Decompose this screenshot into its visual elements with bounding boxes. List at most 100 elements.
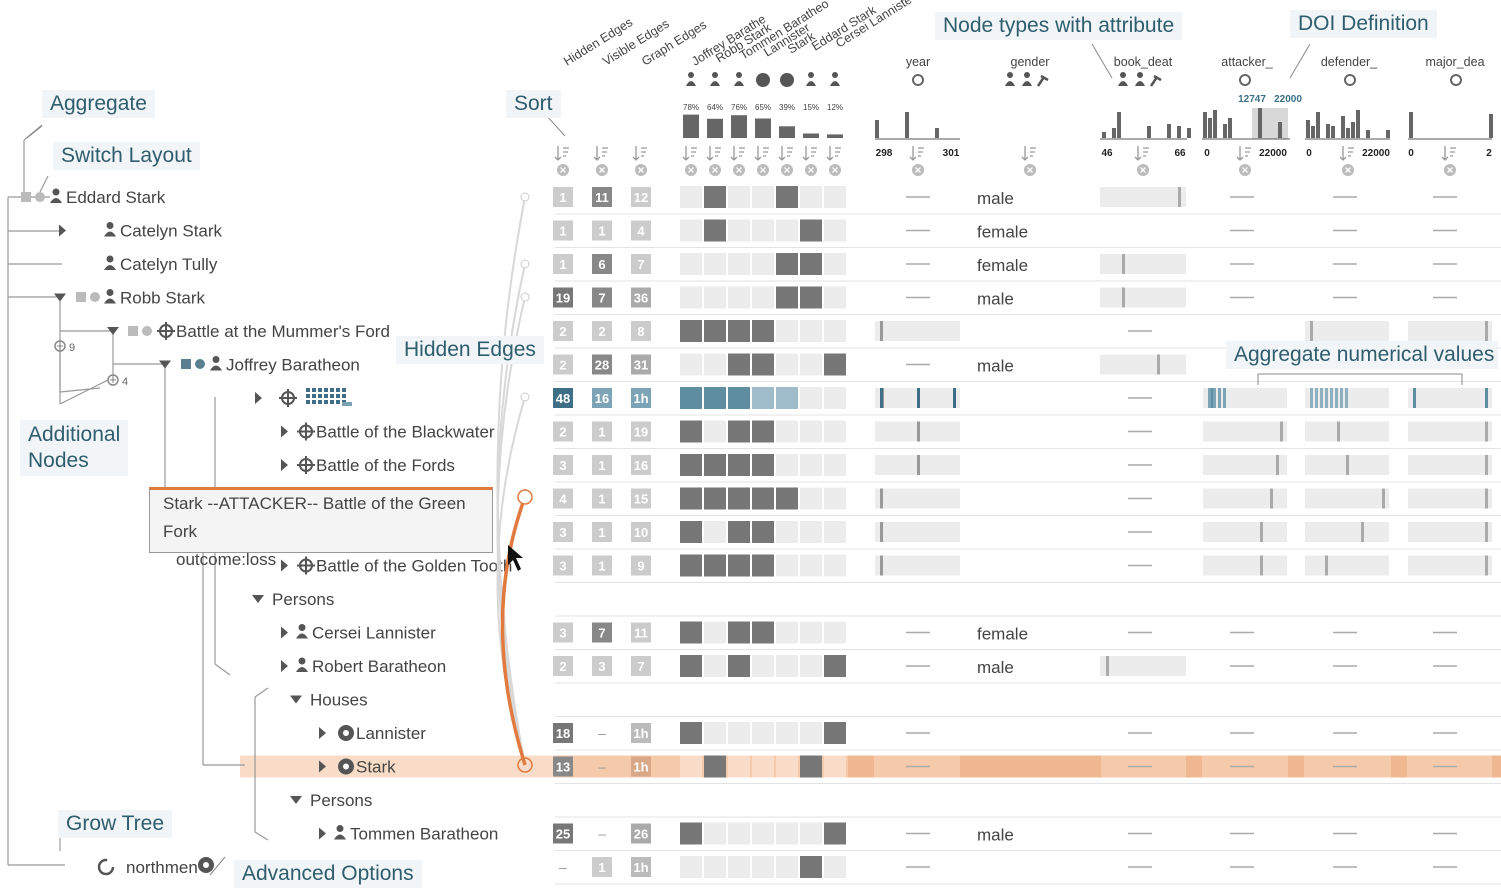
matrix-cell[interactable] (824, 320, 846, 342)
expand-triangle-icon[interactable] (281, 425, 288, 438)
matrix-cell[interactable] (704, 655, 726, 677)
matrix-cell[interactable] (800, 219, 822, 242)
tree-row-19[interactable]: Tommen Baratheon (319, 825, 498, 844)
aggregate-square-icon[interactable] (76, 292, 86, 302)
matrix-cell[interactable] (680, 286, 702, 309)
expand-triangle-icon[interactable] (255, 392, 262, 404)
matrix-cell[interactable] (824, 554, 846, 577)
matrix-cell[interactable] (728, 253, 750, 275)
matrix-cell[interactable] (728, 387, 750, 409)
expand-triangle-icon[interactable] (281, 660, 288, 672)
matrix-cell[interactable] (752, 353, 774, 376)
matrix-cell[interactable] (680, 454, 702, 476)
collapse-triangle-icon[interactable] (252, 595, 264, 603)
matrix-cell[interactable] (824, 822, 846, 845)
matrix-cell[interactable] (752, 521, 774, 543)
matrix-cell[interactable] (824, 353, 846, 376)
matrix-cell[interactable] (680, 621, 702, 644)
matrix-cell[interactable] (800, 286, 822, 309)
matrix-cell[interactable] (752, 286, 774, 309)
matrix-cell[interactable] (728, 420, 750, 443)
matrix-cell[interactable] (704, 186, 726, 208)
matrix-cell[interactable] (824, 722, 846, 744)
matrix-cell[interactable] (800, 755, 822, 778)
matrix-cell[interactable] (776, 621, 798, 644)
matrix-cell[interactable] (824, 621, 846, 644)
tree-row-16[interactable]: Lannister (319, 724, 426, 743)
matrix-cell[interactable] (680, 487, 702, 510)
matrix-cell[interactable] (752, 722, 774, 744)
matrix-cell[interactable] (704, 454, 726, 476)
matrix-cell[interactable] (776, 454, 798, 476)
matrix-cell[interactable] (704, 521, 726, 543)
matrix-cell[interactable] (704, 387, 726, 409)
sort-icon[interactable] (1236, 146, 1251, 161)
matrix-cell[interactable] (776, 286, 798, 309)
expand-triangle-icon[interactable] (281, 626, 288, 639)
tree-row-14[interactable]: Robert Baratheon (281, 657, 446, 676)
aggregate-square-icon[interactable] (21, 192, 31, 202)
collapse-triangle-icon[interactable] (290, 695, 302, 704)
matrix-cell[interactable] (704, 621, 726, 644)
matrix-cell[interactable] (824, 755, 846, 778)
matrix-cell[interactable] (728, 286, 750, 309)
matrix-cell[interactable] (776, 655, 798, 677)
matrix-cell[interactable] (752, 621, 774, 644)
matrix-cell[interactable] (800, 420, 822, 443)
tree-row-7[interactable]: Battle of the Blackwater (281, 422, 495, 442)
matrix-cell[interactable] (680, 554, 702, 577)
collapse-triangle-icon[interactable] (290, 796, 302, 804)
matrix-cell[interactable] (704, 320, 726, 342)
aggregate-square-icon[interactable] (128, 326, 138, 336)
matrix-cell[interactable] (824, 286, 846, 309)
matrix-cell[interactable] (680, 822, 702, 845)
aggregate-square-icon[interactable] (181, 359, 191, 369)
sort-icon[interactable] (593, 146, 608, 161)
matrix-cell[interactable] (776, 387, 798, 409)
matrix-cell[interactable] (728, 856, 750, 878)
matrix-cell[interactable] (680, 253, 702, 275)
matrix-cell[interactable] (752, 387, 774, 409)
switch-layout-circle-icon[interactable] (35, 192, 45, 202)
matrix-cell[interactable] (704, 487, 726, 510)
matrix-cell[interactable] (752, 420, 774, 443)
matrix-cell[interactable] (728, 353, 750, 376)
matrix-cell[interactable] (824, 253, 846, 275)
tree-row-18[interactable]: Persons (290, 791, 372, 810)
matrix-cell[interactable] (776, 722, 798, 744)
tree-row-1[interactable]: Catelyn Stark (59, 222, 223, 241)
matrix-cell[interactable] (800, 186, 822, 208)
matrix-cell[interactable] (752, 219, 774, 242)
sort-icon[interactable] (754, 146, 769, 161)
tree-row-8[interactable]: Battle of the Fords (281, 456, 455, 475)
sort-icon[interactable] (554, 146, 569, 161)
matrix-cell[interactable] (800, 387, 822, 409)
matrix-cell[interactable] (800, 487, 822, 510)
matrix-cell[interactable] (752, 822, 774, 845)
tree-row-2[interactable]: Catelyn Tully (104, 255, 218, 274)
matrix-cell[interactable] (776, 186, 798, 208)
sort-icon[interactable] (909, 146, 924, 161)
matrix-cell[interactable] (680, 420, 702, 443)
edge-anchor-icon[interactable] (520, 292, 530, 302)
tree-row-20[interactable]: northmen (97, 858, 198, 877)
expand-triangle-icon[interactable] (59, 224, 66, 237)
sort-icon[interactable] (632, 146, 647, 161)
matrix-cell[interactable] (800, 353, 822, 376)
expand-triangle-icon[interactable] (319, 727, 326, 739)
matrix-cell[interactable] (800, 822, 822, 845)
edge-anchor-icon[interactable] (520, 192, 530, 202)
matrix-cell[interactable] (776, 420, 798, 443)
matrix-cell[interactable] (704, 856, 726, 878)
matrix-cell[interactable] (728, 755, 750, 778)
matrix-cell[interactable] (824, 856, 846, 878)
expand-triangle-icon[interactable] (319, 827, 326, 840)
matrix-cell[interactable] (776, 219, 798, 242)
matrix-cell[interactable] (776, 822, 798, 845)
matrix-cell[interactable] (704, 219, 726, 242)
matrix-cell[interactable] (728, 554, 750, 577)
matrix-cell[interactable] (752, 320, 774, 342)
matrix-cell[interactable] (776, 521, 798, 543)
matrix-cell[interactable] (704, 420, 726, 443)
matrix-cell[interactable] (752, 554, 774, 577)
